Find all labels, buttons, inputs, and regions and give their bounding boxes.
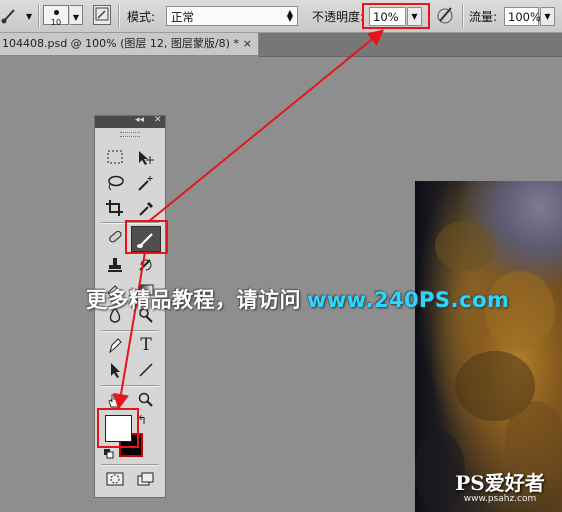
divider [101,464,159,466]
path-selection-tool-icon[interactable] [102,359,128,381]
brush-panel-toggle-icon[interactable] [93,5,111,25]
foreground-color-swatch[interactable] [105,415,132,442]
marquee-tool-icon[interactable] [102,147,128,169]
brush-size-value: 10 [50,18,62,27]
logo-text: PS爱好者 [455,471,545,495]
panel-grip[interactable] [120,132,140,137]
close-icon[interactable]: ✕ [154,115,162,125]
arrow-to-opacity [147,29,385,223]
brush-size-picker[interactable]: 10 [43,5,69,27]
options-bar: ▼ 10 ▼ 模式: 正常 ▲ ▼ 不透明度: 10% ▼ 流量: 100% ▼ [0,0,562,33]
tool-preset-dropdown[interactable]: ▼ [26,12,32,32]
magic-wand-tool-icon[interactable] [133,172,159,194]
quick-mask-icon[interactable] [102,468,128,490]
close-tab-icon[interactable]: × [243,33,252,55]
pen-tool-icon[interactable] [102,334,128,356]
highlight-opacity-box [362,3,430,29]
brush-preset-icon[interactable] [0,5,20,25]
history-brush-tool-icon[interactable] [133,254,159,276]
divider [101,330,159,332]
brush-tip-icon [54,10,59,15]
document-tab[interactable]: 104408.psd @ 100% (图层 12, 图层蒙版/8) * × [0,33,259,56]
document-title: 104408.psd @ 100% (图层 12, 图层蒙版/8) * [2,37,239,50]
type-tool-icon[interactable]: T [133,334,159,356]
lasso-tool-icon[interactable] [102,172,128,194]
collapse-icon[interactable]: ◂◂ [135,115,144,125]
tools-panel-header[interactable]: ◂◂ ✕ [95,115,165,128]
screen-mode-icon[interactable] [133,468,159,490]
flow-slider-dropdown[interactable]: ▼ [540,7,555,26]
tab-strip [259,33,562,57]
flow-input[interactable]: 100% [504,7,541,26]
divider [118,4,120,28]
clone-stamp-tool-icon[interactable] [102,254,128,276]
eyedropper-tool-icon[interactable] [133,197,159,219]
move-tool-icon[interactable] [133,147,159,169]
watermark-banner: 更多精品教程，请访问 www.240PS.com [86,284,509,314]
pressure-opacity-icon[interactable] [436,5,456,25]
watermark-text: 更多精品教程，请访问 [86,288,301,312]
document-canvas[interactable] [415,181,562,512]
watermark-url: www.240PS.com [307,288,510,312]
logo-url: www.psahz.com [463,494,537,504]
site-logo: PS爱好者 www.psahz.com [450,467,550,507]
flow-label: 流量: [469,10,498,24]
line-tool-icon[interactable] [133,359,159,381]
highlight-brush-tool-box [125,220,168,254]
opacity-label: 不透明度: [312,10,365,24]
mode-select[interactable]: 正常 ▲ ▼ [166,6,298,26]
mode-value: 正常 [171,10,194,24]
crop-tool-icon[interactable] [102,197,128,219]
brush-picker-dropdown[interactable]: ▼ [70,5,83,25]
divider [101,385,159,387]
select-arrows-icon: ▲ ▼ [286,8,293,23]
divider [38,4,40,28]
mode-label: 模式: [127,10,156,24]
divider [462,4,464,28]
